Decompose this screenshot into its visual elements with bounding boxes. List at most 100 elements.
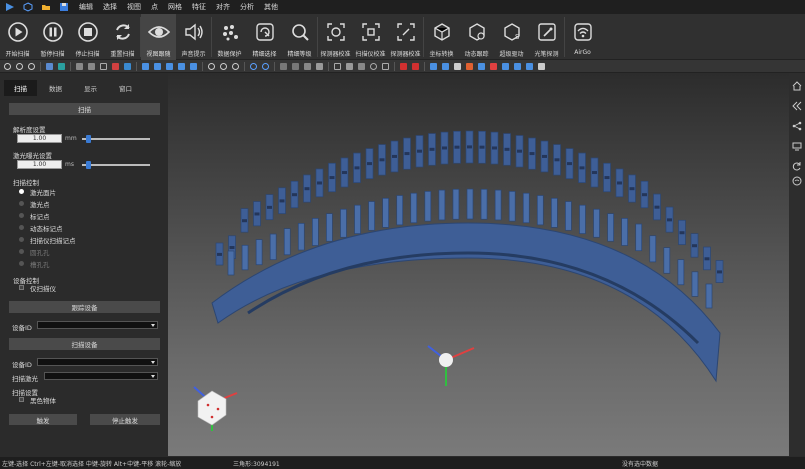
texture-icon[interactable]	[358, 62, 365, 70]
marker-icon[interactable]	[442, 62, 449, 70]
probe-calibration-button[interactable]: 探测器校准	[388, 14, 423, 60]
radio-dynamic-marker[interactable]	[19, 225, 24, 230]
section-icon[interactable]	[292, 62, 299, 70]
trigger-button[interactable]: 触发	[9, 414, 77, 425]
radio-laser-point[interactable]	[19, 201, 24, 206]
device-icon[interactable]	[792, 141, 802, 151]
start-scan-button[interactable]: 开始扫描	[0, 14, 35, 60]
radio-laser-patch[interactable]	[19, 189, 24, 194]
refine-select-button[interactable]: 精细选择	[247, 14, 282, 60]
dynamic-track-button[interactable]: 动态跟踪	[459, 14, 494, 60]
search-icon[interactable]	[400, 62, 407, 70]
detector-calibration-button[interactable]: 探测器校准	[318, 14, 353, 60]
collapse-icon[interactable]	[792, 101, 802, 111]
scan-laser-select[interactable]	[44, 372, 158, 380]
view-follow-button[interactable]: 视图跟随	[141, 14, 176, 60]
tab-data[interactable]: 数据	[39, 80, 72, 96]
track-device-id-select[interactable]	[37, 321, 158, 329]
select-mode-icon[interactable]	[46, 62, 53, 70]
signal-icon[interactable]	[792, 176, 802, 186]
triangle-icon[interactable]	[466, 62, 473, 70]
resolution-slider[interactable]	[82, 138, 150, 140]
point-icon[interactable]	[76, 62, 83, 70]
menu-feature[interactable]: 特征	[192, 2, 206, 12]
shaded-icon[interactable]	[346, 62, 353, 70]
menu-point[interactable]: 点	[151, 2, 158, 12]
light-pen-button[interactable]: 光笔探测	[529, 14, 564, 60]
paint-icon[interactable]	[124, 62, 131, 70]
light-icon[interactable]	[316, 62, 323, 70]
tab-display[interactable]: 显示	[74, 80, 107, 96]
track-device-section-header[interactable]: 跟踪设备	[9, 301, 160, 313]
radio-round-hole[interactable]	[19, 249, 24, 254]
exposure-slider[interactable]	[82, 164, 150, 166]
open-folder-icon[interactable]	[41, 2, 51, 12]
tab-window[interactable]: 窗口	[109, 80, 142, 96]
rotate-right-icon[interactable]	[262, 62, 269, 70]
probe-icon[interactable]	[304, 62, 311, 70]
cube-icon[interactable]	[23, 2, 33, 12]
wireframe-icon[interactable]	[334, 62, 341, 70]
save-icon[interactable]	[59, 2, 69, 12]
view-back-icon[interactable]	[154, 62, 161, 70]
redo-icon[interactable]	[16, 62, 23, 70]
view-right-icon[interactable]	[178, 62, 185, 70]
mesh-edit-icon[interactable]	[478, 62, 485, 70]
menu-align[interactable]: 对齐	[216, 2, 230, 12]
check-icon[interactable]	[412, 62, 419, 70]
zoom-out-icon[interactable]	[220, 62, 227, 70]
link-icon[interactable]	[370, 62, 377, 70]
menu-analysis[interactable]: 分析	[240, 2, 254, 12]
fill-icon[interactable]	[112, 62, 119, 70]
airgo-button[interactable]: AirGo	[565, 14, 600, 60]
box-select-icon[interactable]	[100, 62, 107, 70]
lasso-icon[interactable]	[88, 62, 95, 70]
scan-model-canvas[interactable]	[168, 73, 789, 456]
view-front-icon[interactable]	[142, 62, 149, 70]
measure-icon[interactable]	[280, 62, 287, 70]
scan-device-section-header[interactable]: 扫描设备	[9, 338, 160, 350]
rotate-left-icon[interactable]	[250, 62, 257, 70]
pause-scan-button[interactable]: 暂停扫描	[35, 14, 70, 60]
exposure-slider-handle[interactable]	[86, 161, 91, 169]
mesh-simplify-icon[interactable]	[526, 62, 533, 70]
mesh-smooth-icon[interactable]	[514, 62, 521, 70]
zoom-in-icon[interactable]	[208, 62, 215, 70]
scanner-only-checkbox[interactable]	[19, 285, 24, 290]
menu-mesh[interactable]: 网格	[168, 2, 182, 12]
radio-marker[interactable]	[19, 213, 24, 218]
rotate-icon[interactable]	[28, 62, 35, 70]
mesh-fix-icon[interactable]	[502, 62, 509, 70]
data-protect-button[interactable]: 数据保护	[212, 14, 247, 60]
grid-icon[interactable]	[58, 62, 65, 70]
scan-device-id-select[interactable]	[37, 358, 158, 366]
menu-edit[interactable]: 编辑	[79, 2, 93, 12]
exposure-input[interactable]: 1.00	[17, 160, 62, 169]
resolution-input[interactable]: 1.00	[17, 134, 62, 143]
sound-prompt-button[interactable]: 声音提示	[176, 14, 211, 60]
menu-select[interactable]: 选择	[103, 2, 117, 12]
brush-icon[interactable]	[538, 62, 545, 70]
zoom-fit-icon[interactable]	[232, 62, 239, 70]
super-drive-button[interactable]: S 超级驱动	[494, 14, 529, 60]
view-top-icon[interactable]	[190, 62, 197, 70]
mesh-fill-icon[interactable]	[490, 62, 497, 70]
refresh-icon[interactable]	[792, 161, 802, 171]
stop-scan-button[interactable]: 停止扫描	[70, 14, 105, 60]
reset-scan-button[interactable]: 重置扫描	[105, 14, 140, 60]
frame-icon[interactable]	[382, 62, 389, 70]
3d-viewport[interactable]	[168, 73, 789, 456]
share-icon[interactable]	[792, 121, 802, 131]
refine-level-button[interactable]: 精细等级	[282, 14, 317, 60]
resolution-slider-handle[interactable]	[86, 135, 91, 143]
tab-scan[interactable]: 扫描	[4, 80, 37, 96]
menu-other[interactable]: 其他	[264, 2, 278, 12]
black-object-checkbox[interactable]	[19, 397, 24, 402]
menu-view[interactable]: 视图	[127, 2, 141, 12]
coordinate-transform-button[interactable]: 坐标转换	[424, 14, 459, 60]
document-icon[interactable]	[454, 62, 461, 70]
home-icon[interactable]	[792, 81, 802, 91]
undo-icon[interactable]	[4, 62, 11, 70]
view-left-icon[interactable]	[166, 62, 173, 70]
stop-trigger-button[interactable]: 停止触发	[90, 414, 160, 425]
